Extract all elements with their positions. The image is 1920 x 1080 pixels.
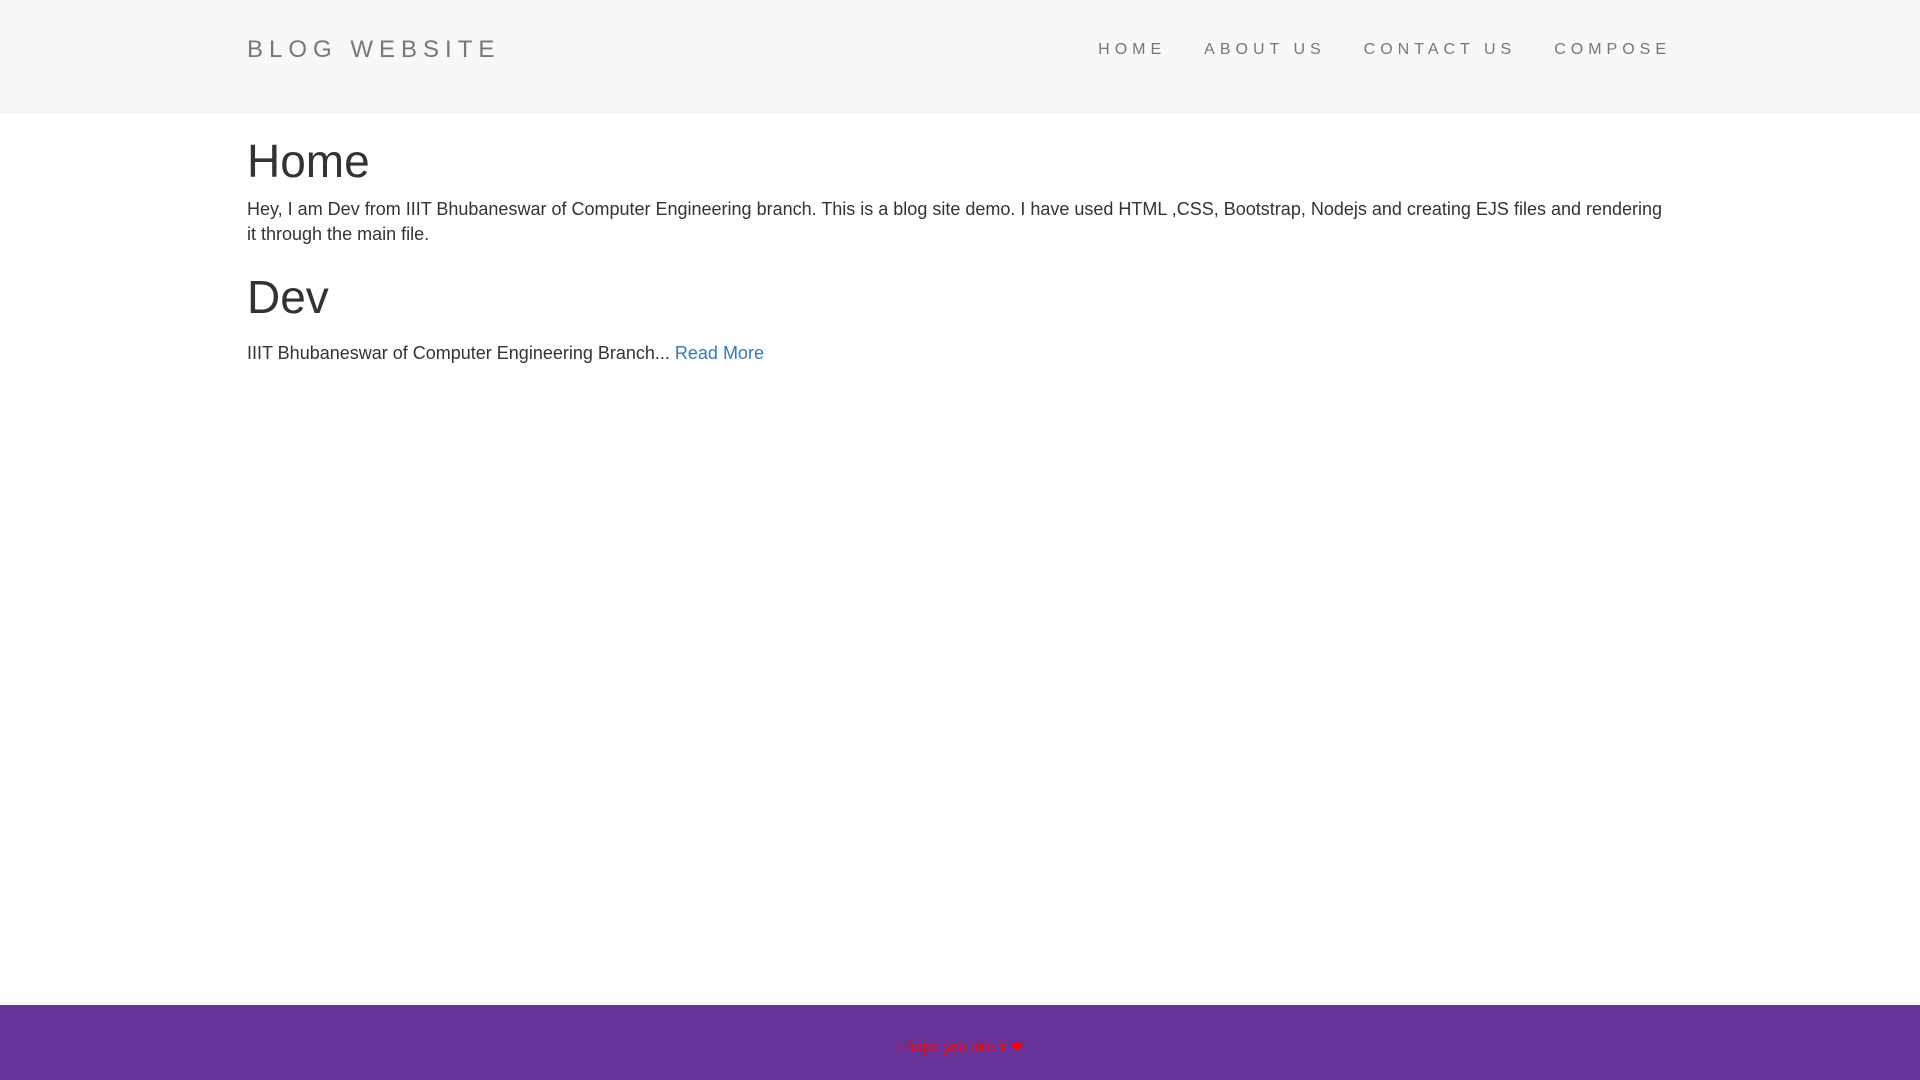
post-title: Dev [247,271,329,323]
read-more-link[interactable]: Read More [675,343,764,363]
nav-link-about[interactable]: ABOUT US [1204,41,1326,58]
footer: I hope you like it ❤ [0,1005,1920,1080]
navbar: BLOG WEBSITE HOME ABOUT US CONTACT US CO… [0,0,1920,113]
nav-link-compose[interactable]: COMPOSE [1554,41,1671,58]
nav-item-about: ABOUT US [1204,38,1326,62]
brand-link[interactable]: BLOG WEBSITE [247,34,500,66]
page-title: Home [247,135,370,187]
nav-item-contact: CONTACT US [1364,38,1517,62]
main-content: Home Hey, I am Dev from IIIT Bhubaneswar… [247,113,1673,366]
nav-item-compose: COMPOSE [1554,38,1671,62]
footer-text: I hope you like it [897,1039,1010,1056]
post-excerpt-line: IIIT Bhubaneswar of Computer Engineering… [247,341,1673,366]
nav-link-contact[interactable]: CONTACT US [1364,41,1517,58]
post-excerpt: IIIT Bhubaneswar of Computer Engineering… [247,343,675,363]
nav-menu: HOME ABOUT US CONTACT US COMPOSE [1060,38,1671,62]
nav-link-home[interactable]: HOME [1098,41,1166,58]
nav-item-home: HOME [1098,38,1166,62]
post-item: Dev IIIT Bhubaneswar of Computer Enginee… [247,271,1673,366]
heart-icon: ❤ [1010,1039,1023,1056]
intro-text: Hey, I am Dev from IIIT Bhubaneswar of C… [247,199,1663,244]
footer-text-line: I hope you like it ❤ [0,1005,1920,1058]
